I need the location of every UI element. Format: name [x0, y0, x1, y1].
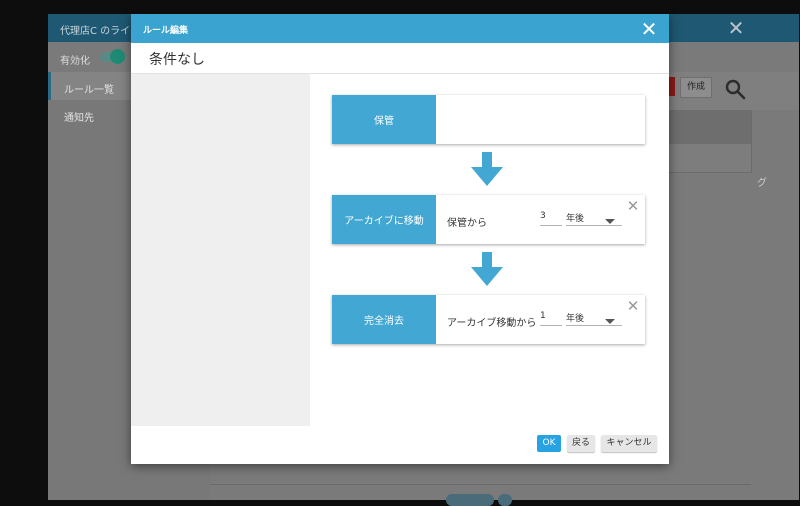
condition-header: 条件なし: [131, 43, 669, 74]
back-button[interactable]: 戻る: [567, 435, 595, 452]
enable-toggle-knob[interactable]: [110, 49, 125, 64]
years-input[interactable]: 1: [540, 311, 562, 326]
arrow-down-icon: [471, 252, 503, 286]
step-label-text: 完全消去: [364, 316, 404, 327]
create-button[interactable]: 作成: [680, 77, 712, 98]
years-input[interactable]: 3: [540, 211, 562, 226]
divider: [751, 110, 752, 172]
enable-toggle-label: 有効化: [60, 56, 90, 67]
ok-button[interactable]: OK: [537, 435, 561, 452]
step-label: 完全消去: [332, 295, 436, 344]
rule-edit-dialog: ルール編集 ✕ 条件なし 保管 アーカイブに移動 保管から 3 年後 ✕ 完全消…: [131, 14, 669, 464]
close-icon[interactable]: ✕: [635, 16, 663, 42]
condition-label: 条件なし: [149, 52, 205, 68]
step-label: アーカイブに移動: [332, 195, 436, 244]
step-from-text: アーカイブ移動から: [447, 318, 537, 329]
step-card-keep: 保管: [332, 95, 645, 144]
remove-step-icon[interactable]: ✕: [626, 299, 640, 314]
cancel-button[interactable]: キャンセル: [601, 435, 657, 452]
background-truncated-text: グ: [757, 178, 767, 189]
step-label-text: アーカイブに移動: [344, 216, 424, 227]
dialog-title: ルール編集: [143, 26, 189, 36]
search-icon[interactable]: [724, 78, 746, 100]
step-card-archive: アーカイブに移動 保管から 3 年後 ✕: [332, 195, 645, 244]
dialog-header: ルール編集 ✕: [131, 14, 669, 43]
chevron-down-icon[interactable]: [605, 319, 615, 324]
arrow-down-icon: [471, 152, 503, 186]
unit-select-value: 年後: [566, 314, 585, 324]
remove-step-icon[interactable]: ✕: [626, 199, 640, 214]
sidebar-item-label: ルール一覧: [64, 85, 114, 96]
unit-select-value: 年後: [566, 214, 585, 224]
chevron-down-icon[interactable]: [605, 219, 615, 224]
step-label: 保管: [332, 95, 436, 144]
step-card-delete: 完全消去 アーカイブ移動から 1 年後 ✕: [332, 295, 645, 344]
step-label-text: 保管: [374, 116, 394, 127]
sidebar-item-notification[interactable]: 通知先: [64, 109, 94, 124]
divider: [210, 484, 751, 485]
condition-panel: [131, 74, 310, 426]
background-pill: [498, 494, 512, 506]
background-close-icon[interactable]: ✕: [724, 16, 748, 40]
background-pill: [446, 494, 494, 506]
step-from-text: 保管から: [447, 218, 487, 229]
